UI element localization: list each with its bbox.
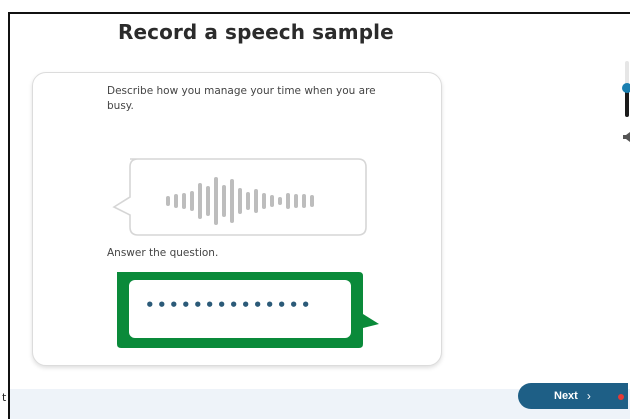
indicator-dot [618, 394, 624, 400]
answer-instruction: Answer the question. [107, 247, 219, 259]
footer-left-link[interactable]: t [2, 391, 6, 404]
volume-slider-handle[interactable] [622, 83, 630, 93]
question-prompt: Describe how you manage your time when y… [107, 85, 376, 112]
next-button-label: Next [554, 390, 578, 402]
next-button[interactable]: Next › [518, 383, 628, 409]
question-card: Describe how you manage your time when y… [32, 72, 442, 366]
recording-response-bubble[interactable]: •••••••••••••• [113, 268, 383, 352]
app-frame: Record a speech sample Describe how you … [8, 12, 630, 419]
chevron-right-icon: › [586, 389, 591, 403]
waveform-icon [112, 158, 367, 236]
speaker-icon[interactable] [622, 129, 630, 148]
audio-playback-bubble[interactable] [108, 157, 368, 241]
recording-progress-dots: •••••••••••••• [145, 296, 313, 314]
page-title: Record a speech sample [118, 20, 394, 44]
